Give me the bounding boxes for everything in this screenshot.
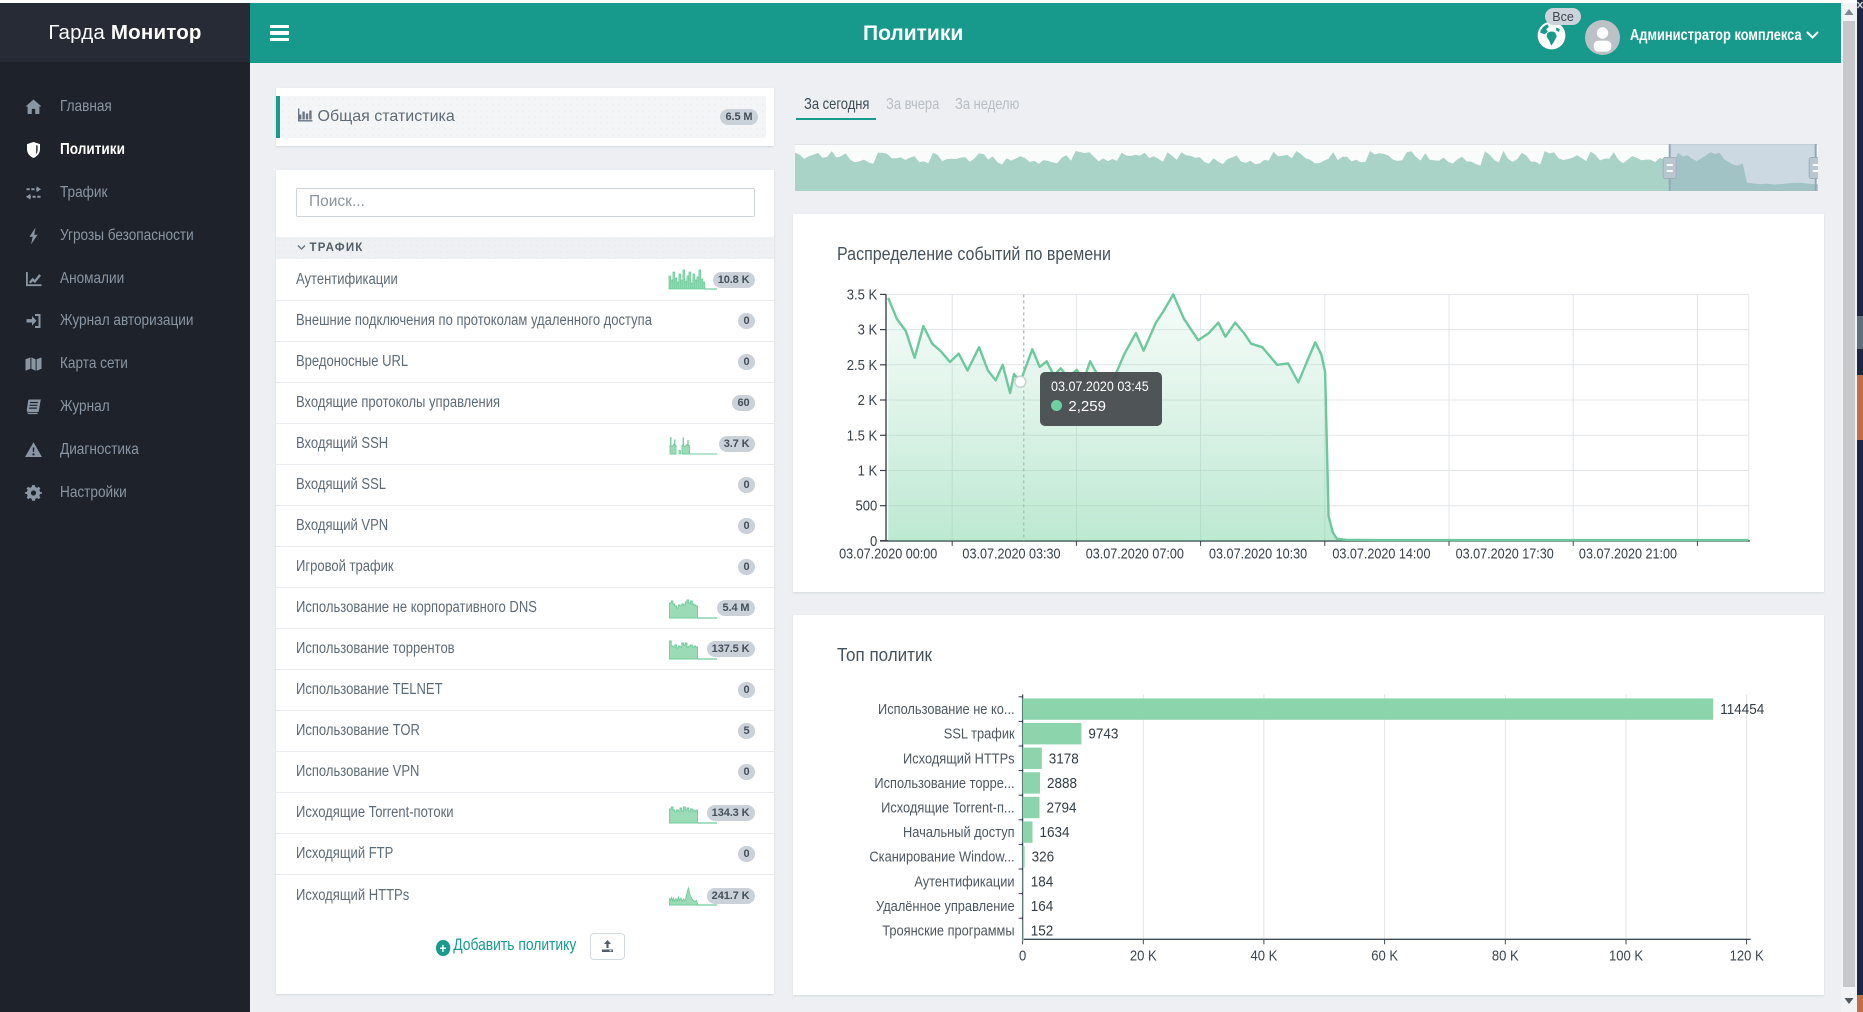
svg-text:Исходящие Torrent-п...: Исходящие Torrent-п... bbox=[881, 800, 1014, 816]
svg-text:03.07.2020 10:30: 03.07.2020 10:30 bbox=[1209, 545, 1308, 561]
svg-text:1 K: 1 K bbox=[857, 462, 877, 478]
svg-text:9743: 9743 bbox=[1088, 725, 1118, 742]
svg-text:500: 500 bbox=[855, 498, 877, 514]
svg-text:60 K: 60 K bbox=[1371, 948, 1399, 964]
svg-text:3 K: 3 K bbox=[857, 322, 877, 338]
svg-text:03.07.2020 21:00: 03.07.2020 21:00 bbox=[1579, 545, 1678, 561]
svg-text:03.07.2020 14:00: 03.07.2020 14:00 bbox=[1332, 545, 1431, 561]
svg-text:1634: 1634 bbox=[1039, 824, 1069, 841]
svg-text:2888: 2888 bbox=[1047, 774, 1077, 791]
svg-text:2.5 K: 2.5 K bbox=[847, 357, 878, 373]
svg-text:Удалённое управление: Удалённое управление bbox=[876, 898, 1015, 914]
svg-text:03.07.2020 03:30: 03.07.2020 03:30 bbox=[962, 545, 1061, 561]
svg-text:40 K: 40 K bbox=[1250, 948, 1278, 964]
svg-text:Начальный доступ: Начальный доступ bbox=[903, 824, 1015, 840]
svg-text:3178: 3178 bbox=[1049, 750, 1079, 767]
svg-text:20 K: 20 K bbox=[1130, 948, 1158, 964]
svg-text:2794: 2794 bbox=[1046, 799, 1076, 816]
svg-text:Использование не ко...: Использование не ко... bbox=[878, 701, 1015, 717]
svg-text:Троянские программы: Троянские программы bbox=[882, 923, 1014, 939]
svg-text:184: 184 bbox=[1031, 873, 1054, 890]
svg-text:1.5 K: 1.5 K bbox=[847, 427, 878, 443]
svg-text:100 K: 100 K bbox=[1609, 948, 1644, 964]
svg-text:0: 0 bbox=[1019, 948, 1027, 964]
svg-text:152: 152 bbox=[1031, 922, 1054, 939]
svg-text:03.07.2020 07:00: 03.07.2020 07:00 bbox=[1086, 545, 1185, 561]
svg-text:03.07.2020 17:30: 03.07.2020 17:30 bbox=[1455, 545, 1554, 561]
svg-text:164: 164 bbox=[1031, 897, 1054, 914]
svg-text:3.5 K: 3.5 K bbox=[847, 286, 878, 302]
svg-text:326: 326 bbox=[1031, 848, 1054, 865]
svg-text:SSL трафик: SSL трафик bbox=[944, 726, 1016, 742]
svg-text:114454: 114454 bbox=[1720, 701, 1764, 718]
svg-text:80 K: 80 K bbox=[1492, 948, 1520, 964]
svg-text:Сканирование Window...: Сканирование Window... bbox=[869, 849, 1014, 865]
svg-text:03.07.2020 00:00: 03.07.2020 00:00 bbox=[839, 545, 938, 561]
svg-text:120 K: 120 K bbox=[1729, 948, 1764, 964]
svg-text:Использование торре...: Использование торре... bbox=[874, 775, 1014, 791]
svg-text:2 K: 2 K bbox=[857, 392, 877, 408]
svg-text:Аутентификации: Аутентификации bbox=[914, 874, 1014, 890]
svg-text:Исходящий HTTPs: Исходящий HTTPs bbox=[903, 751, 1015, 767]
